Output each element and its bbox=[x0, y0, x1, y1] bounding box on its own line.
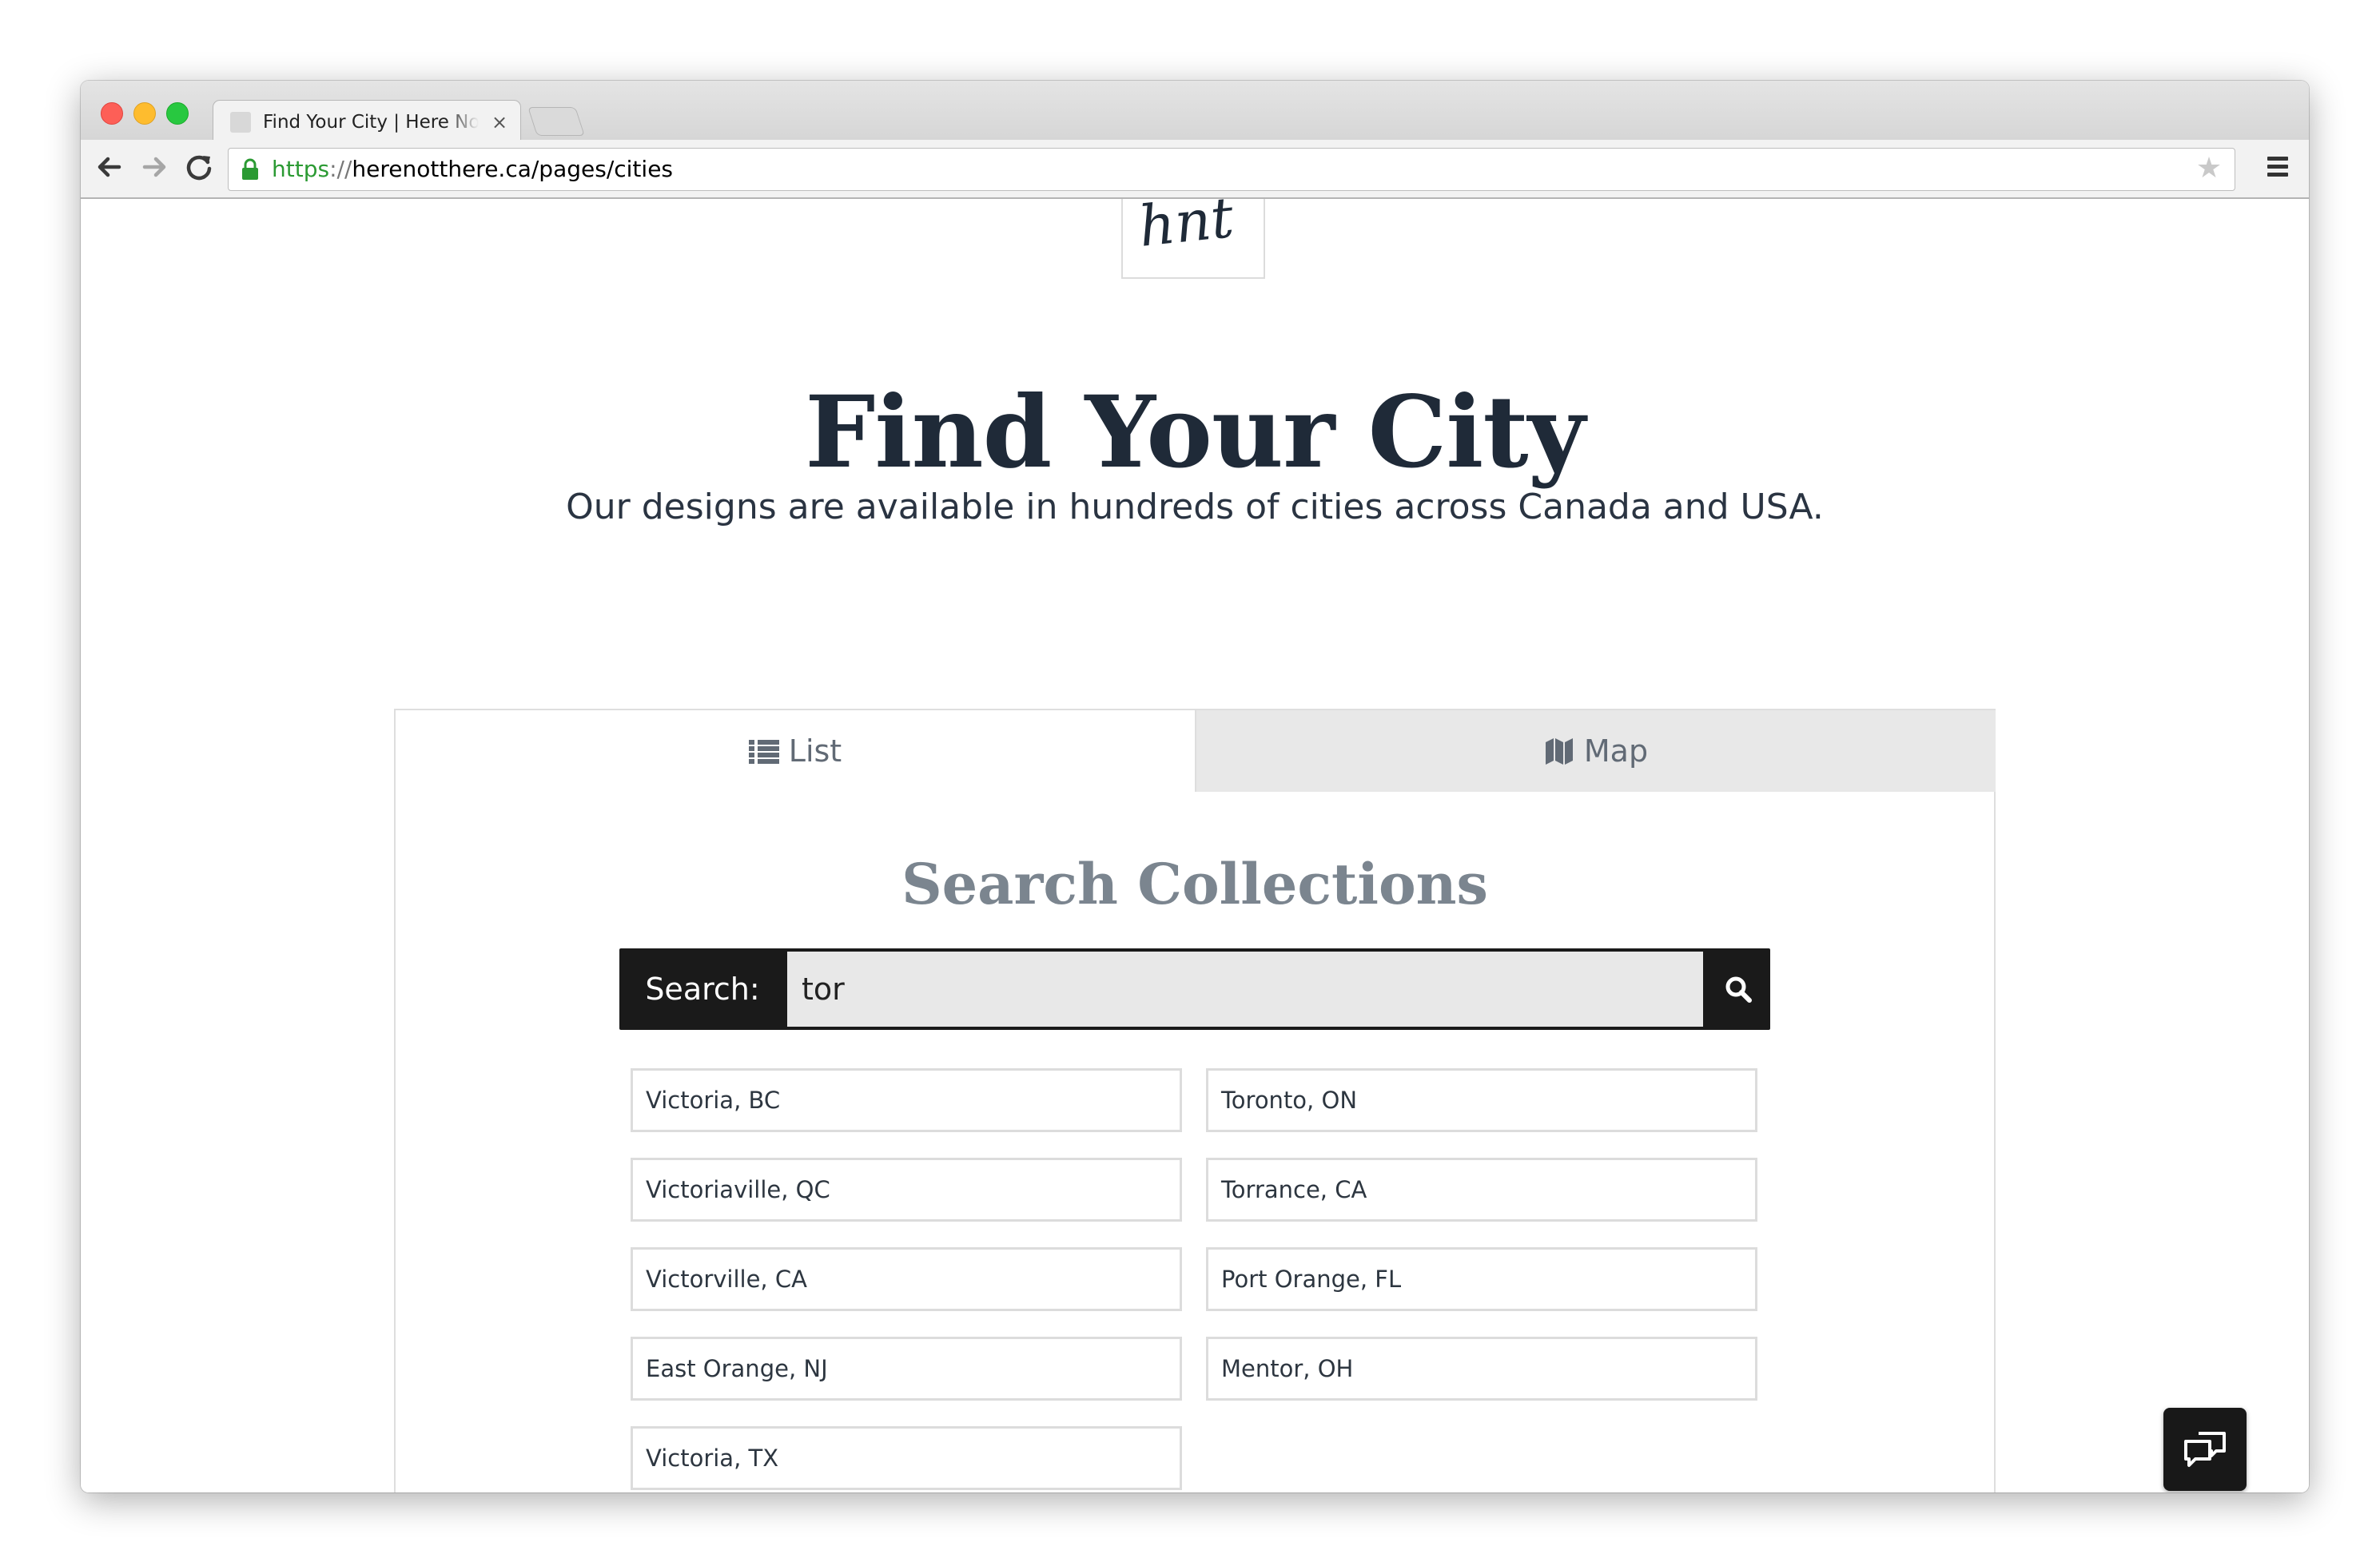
window-maximize-button[interactable] bbox=[166, 102, 189, 125]
star-icon[interactable]: ★ bbox=[2193, 153, 2225, 185]
map-icon bbox=[1545, 738, 1573, 765]
city-result-item[interactable]: Mentor, OH bbox=[1206, 1337, 1757, 1401]
city-result-item[interactable]: Victoriaville, QC bbox=[631, 1158, 1182, 1222]
city-result-item[interactable]: Toronto, ON bbox=[1206, 1068, 1757, 1132]
forward-icon[interactable] bbox=[137, 149, 172, 185]
url-text: https://herenotthere.ca/pages/cities bbox=[272, 149, 673, 190]
browser-chrome: Find Your City | Here Not There × https:… bbox=[81, 81, 2309, 199]
city-result-item[interactable]: Victorville, CA bbox=[631, 1247, 1182, 1311]
page-subtitle: Our designs are available in hundreds of… bbox=[566, 487, 1824, 527]
search-input[interactable] bbox=[787, 952, 1703, 1027]
chat-icon bbox=[2184, 1432, 2226, 1467]
new-tab-button[interactable] bbox=[527, 107, 585, 136]
url-path: herenotthere.ca/pages/cities bbox=[352, 156, 674, 182]
chat-button[interactable] bbox=[2163, 1408, 2247, 1491]
back-icon[interactable] bbox=[92, 149, 127, 185]
window-close-button[interactable] bbox=[101, 102, 123, 125]
search-button[interactable] bbox=[1706, 948, 1770, 1030]
page-title: Find Your City bbox=[805, 375, 1585, 491]
city-result-item[interactable]: Victoria, TX bbox=[631, 1426, 1182, 1490]
tab-title: Find Your City | Here Not There bbox=[263, 112, 479, 133]
search-bar: Search: bbox=[619, 948, 1770, 1030]
url-separator: :// bbox=[329, 156, 352, 182]
tab-strip: Find Your City | Here Not There × bbox=[81, 81, 2309, 142]
search-icon bbox=[1725, 976, 1752, 1003]
tab-list[interactable]: List bbox=[396, 710, 1195, 792]
city-result-item[interactable]: Victoria, BC bbox=[631, 1068, 1182, 1132]
tab-close-icon[interactable]: × bbox=[489, 109, 510, 136]
site-logo[interactable]: hnt bbox=[1121, 199, 1265, 279]
browser-tab[interactable]: Find Your City | Here Not There × bbox=[213, 100, 521, 142]
tab-map-label: Map bbox=[1583, 733, 1649, 769]
address-bar[interactable]: https://herenotthere.ca/pages/cities ★ bbox=[228, 148, 2235, 191]
city-finder-panel: List Map Search Collections Search: tor … bbox=[394, 709, 1996, 1492]
section-heading: Search Collections bbox=[901, 851, 1488, 917]
page-content: hnt Find Your City Our designs are avail… bbox=[81, 199, 2309, 1492]
menu-icon[interactable] bbox=[2263, 154, 2293, 183]
city-result-item[interactable]: Torrance, CA bbox=[1206, 1158, 1757, 1222]
lock-icon bbox=[242, 158, 258, 180]
tab-map[interactable]: Map bbox=[1195, 710, 1996, 792]
favicon-icon bbox=[230, 112, 251, 133]
logo-script: hnt bbox=[1136, 199, 1237, 260]
city-result-item[interactable]: East Orange, NJ bbox=[631, 1337, 1182, 1401]
list-icon bbox=[748, 738, 779, 764]
tab-list-label: List bbox=[788, 733, 842, 769]
reload-icon[interactable] bbox=[181, 149, 217, 185]
search-label: Search: bbox=[645, 972, 760, 1007]
city-result-item[interactable]: Port Orange, FL bbox=[1206, 1247, 1757, 1311]
window-minimize-button[interactable] bbox=[133, 102, 156, 125]
browser-toolbar: https://herenotthere.ca/pages/cities ★ bbox=[81, 140, 2309, 197]
browser-window: Find Your City | Here Not There × https:… bbox=[81, 81, 2309, 1492]
url-scheme: https bbox=[272, 156, 330, 182]
